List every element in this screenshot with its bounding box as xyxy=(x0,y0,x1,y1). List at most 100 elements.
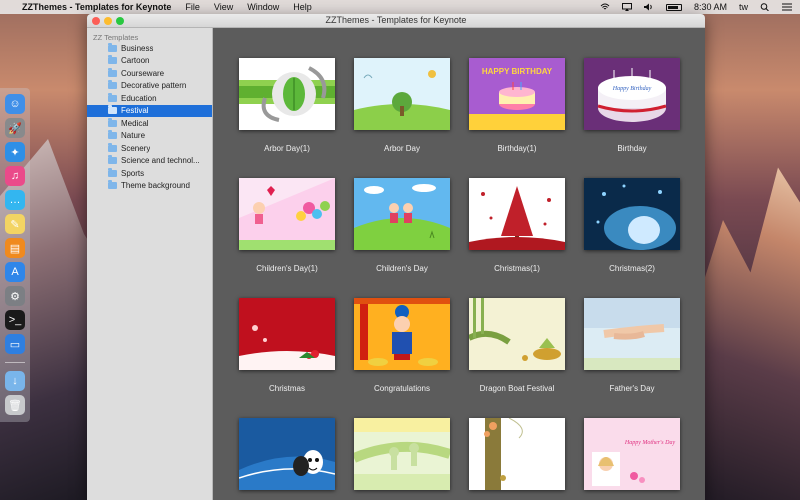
sidebar-item-scenery[interactable]: Scenery xyxy=(87,142,212,155)
template-tile-midautumn[interactable]: Mid-Autumn Festival xyxy=(469,418,565,490)
folder-icon xyxy=(108,130,117,140)
safari-icon[interactable]: ✦ xyxy=(5,142,25,162)
menubar-clock[interactable]: 8:30 AM xyxy=(694,2,727,12)
sidebar-item-label: Decorative pattern xyxy=(121,81,187,91)
menu-view[interactable]: View xyxy=(214,2,233,12)
template-tile-mothers1[interactable]: Happy Mother's DayMother's Day(1) xyxy=(584,418,680,490)
template-thumbnail[interactable] xyxy=(354,58,450,130)
volume-icon[interactable] xyxy=(643,3,654,11)
itunes-icon[interactable]: ♫ xyxy=(5,166,25,186)
template-thumbnail[interactable] xyxy=(239,418,335,490)
template-thumbnail[interactable] xyxy=(469,298,565,370)
wifi-icon[interactable] xyxy=(600,3,610,11)
folder-icon xyxy=(108,92,117,102)
notes-icon[interactable]: ✎ xyxy=(5,214,25,234)
template-thumbnail[interactable]: Happy Mother's Day xyxy=(584,418,680,490)
template-caption: Birthday xyxy=(617,144,647,153)
sidebar-item-science-and-technol[interactable]: Science and technol... xyxy=(87,155,212,168)
sidebar-item-label: Science and technol... xyxy=(121,156,200,166)
template-thumbnail[interactable]: HAPPY BIRTHDAY xyxy=(469,58,565,130)
folder-icon xyxy=(108,117,117,127)
launchpad-icon[interactable]: 🚀 xyxy=(5,118,25,138)
folder-icon xyxy=(108,167,117,177)
sidebar-item-education[interactable]: Education xyxy=(87,92,212,105)
template-thumbnail[interactable] xyxy=(239,298,335,370)
messages-icon[interactable]: … xyxy=(5,190,25,210)
spotlight-search-icon[interactable] xyxy=(760,3,770,11)
folder-icon xyxy=(108,80,117,90)
sidebar-item-medical[interactable]: Medical xyxy=(87,117,212,130)
template-tile-birthday1[interactable]: HAPPY BIRTHDAY Birthday(1) xyxy=(469,58,565,153)
sidebar-item-sports[interactable]: Sports xyxy=(87,167,212,180)
folder-icon xyxy=(108,55,117,65)
battery-icon[interactable] xyxy=(665,3,682,11)
dock: ☺ 🚀 ✦ ♫ … ✎ ▤ A ⚙ >_ ▭ ↓ 🗑 xyxy=(0,88,30,422)
airplay-icon[interactable] xyxy=(621,3,632,11)
template-tile-dragonboat[interactable]: Dragon Boat Festival xyxy=(469,298,565,393)
svg-text:HAPPY BIRTHDAY: HAPPY BIRTHDAY xyxy=(482,67,553,76)
template-thumbnail[interactable] xyxy=(584,298,680,370)
template-grid: Arbor Day(1) Arbor Day HAPPY BIRTHDAY Birth… xyxy=(213,28,705,500)
ibooks-icon[interactable]: ▤ xyxy=(5,238,25,258)
sidebar-item-cartoon[interactable]: Cartoon xyxy=(87,55,212,68)
system-preferences-icon[interactable]: ⚙ xyxy=(5,286,25,306)
sidebar-item-courseware[interactable]: Courseware xyxy=(87,67,212,80)
template-thumbnail[interactable]: Happy Birthday xyxy=(584,58,680,130)
template-tile-kids[interactable]: Kid's Day xyxy=(354,418,450,490)
sidebar-item-festival[interactable]: Festival xyxy=(87,104,212,117)
template-tile-arbor1[interactable]: Arbor Day(1) xyxy=(239,58,335,153)
window-titlebar[interactable]: ZZThemes - Templates for Keynote xyxy=(87,14,705,28)
template-caption: Father's Day xyxy=(609,384,655,393)
sidebar-item-label: Education xyxy=(121,93,157,103)
template-thumbnail[interactable] xyxy=(584,178,680,250)
finder-icon[interactable]: ☺ xyxy=(5,94,25,114)
menu-help[interactable]: Help xyxy=(293,2,312,12)
folder-icon xyxy=(108,105,117,115)
template-tile-christmas2[interactable]: Christmas(2) xyxy=(584,178,680,273)
template-thumbnail[interactable] xyxy=(469,178,565,250)
template-thumbnail[interactable] xyxy=(239,58,335,130)
terminal-icon[interactable]: >_ xyxy=(5,310,25,330)
sidebar-item-label: Scenery xyxy=(121,143,151,153)
menubar-user[interactable]: tw xyxy=(739,2,748,12)
template-tile-birthday[interactable]: Happy Birthday Birthday xyxy=(584,58,680,153)
downloads-folder-icon[interactable]: ↓ xyxy=(5,371,25,391)
sidebar-item-label: Medical xyxy=(121,118,149,128)
sidebar-header: ZZ Templates xyxy=(93,33,139,42)
template-tile-children1[interactable]: Children's Day(1) xyxy=(239,178,335,273)
menubar-app-name[interactable]: ZZThemes - Templates for Keynote xyxy=(22,2,171,12)
trash-icon[interactable]: 🗑 xyxy=(5,395,25,415)
sidebar-item-label: Business xyxy=(121,43,154,53)
menu-file[interactable]: File xyxy=(185,2,200,12)
template-thumbnail[interactable] xyxy=(354,178,450,250)
sidebar-item-business[interactable]: Business xyxy=(87,42,212,55)
template-thumbnail[interactable] xyxy=(239,178,335,250)
template-thumbnail[interactable] xyxy=(354,418,450,490)
sidebar-item-label: Cartoon xyxy=(121,56,150,66)
sidebar-item-decorative-pattern[interactable]: Decorative pattern xyxy=(87,80,212,93)
folder-icon xyxy=(108,155,117,165)
notification-center-icon[interactable] xyxy=(782,3,792,11)
template-tile-christmas1[interactable]: Christmas(1) xyxy=(469,178,565,273)
svg-text:Happy Birthday: Happy Birthday xyxy=(612,86,652,92)
sidebar-item-label: Festival xyxy=(121,106,149,116)
template-tile-halloween[interactable]: Halloween xyxy=(239,418,335,490)
menu-window[interactable]: Window xyxy=(247,2,279,12)
sidebar-item-theme-background[interactable]: Theme background xyxy=(87,180,212,193)
menubar-status-area: 8:30 AM tw xyxy=(600,0,792,14)
template-thumbnail[interactable] xyxy=(354,298,450,370)
category-sidebar: ZZ Templates Business Cartoon Courseware De… xyxy=(87,28,213,500)
template-tile-fathers[interactable]: Father's Day xyxy=(584,298,680,393)
template-caption: Christmas(2) xyxy=(609,264,655,273)
template-tile-arbor[interactable]: Arbor Day xyxy=(354,58,450,153)
template-thumbnail[interactable] xyxy=(469,418,565,490)
app-store-icon[interactable]: A xyxy=(5,262,25,282)
template-tile-christmas[interactable]: Christmas xyxy=(239,298,335,393)
template-tile-children[interactable]: Children's Day xyxy=(354,178,450,273)
sidebar-item-label: Theme background xyxy=(121,181,190,191)
template-tile-congrats[interactable]: Congratulations xyxy=(354,298,450,393)
sidebar-item-label: Sports xyxy=(121,168,145,178)
sidebar-item-nature[interactable]: Nature xyxy=(87,130,212,143)
keynote-icon[interactable]: ▭ xyxy=(5,334,25,354)
folder-icon xyxy=(108,180,117,190)
